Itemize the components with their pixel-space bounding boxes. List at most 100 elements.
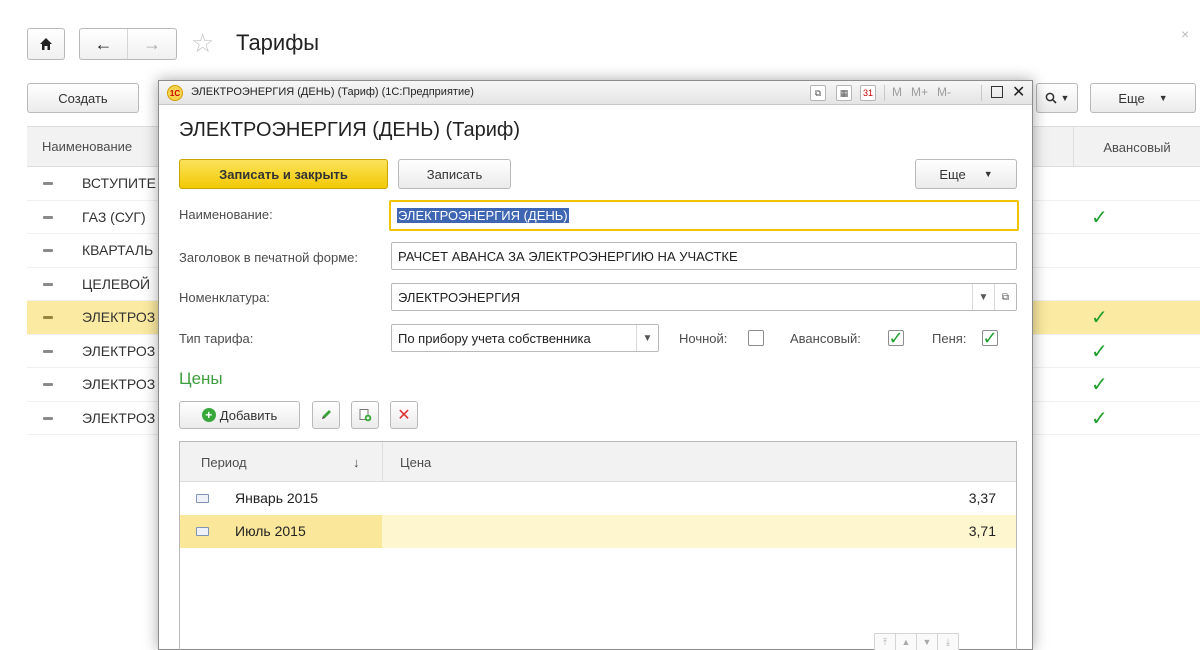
night-checkbox[interactable] bbox=[748, 330, 764, 346]
column-separator bbox=[382, 442, 383, 482]
save-button[interactable]: Записать bbox=[398, 159, 511, 189]
row-price: 3,37 bbox=[968, 490, 996, 506]
home-button[interactable] bbox=[27, 28, 65, 60]
maximize-icon[interactable] bbox=[991, 86, 1003, 98]
item-icon bbox=[43, 416, 53, 420]
nomenclature-field[interactable]: ЭЛЕКТРОЭНЕРГИЯ ▼ ⧉ bbox=[391, 283, 1017, 311]
memory-minus-button[interactable]: M- bbox=[937, 85, 951, 99]
penalty-checkbox[interactable]: ✓ bbox=[982, 328, 998, 348]
open-item-icon[interactable]: ⧉ bbox=[994, 284, 1016, 310]
row-name: ВСТУПИТЕ bbox=[82, 175, 156, 191]
name-field[interactable]: ЭЛЕКТРОЭНЕРГИЯ (ДЕНЬ) bbox=[389, 200, 1019, 231]
more-button[interactable]: Еще ▼ bbox=[1090, 83, 1196, 113]
more-button-label: Еще bbox=[1118, 90, 1145, 106]
scroll-bottom-icon[interactable]: ⤓ bbox=[937, 633, 959, 650]
close-icon[interactable]: ✕ bbox=[1012, 82, 1025, 102]
app-1c-icon: 1С bbox=[167, 85, 183, 101]
item-icon bbox=[43, 182, 53, 185]
save-and-close-button[interactable]: Записать и закрыть bbox=[179, 159, 388, 189]
tariff-type-label: Тип тарифа: bbox=[179, 331, 254, 346]
chevron-down-icon[interactable]: ▼ bbox=[636, 325, 658, 351]
add-button[interactable]: + Добавить bbox=[179, 401, 300, 429]
print-title-field[interactable]: РАЧСЕТ АВАНСА ЗА ЭЛЕКТРОЭНЕРГИЮ НА УЧАСТ… bbox=[391, 242, 1017, 270]
check-icon: ✓ bbox=[1091, 407, 1108, 430]
dialog-titlebar[interactable]: 1С ЭЛЕКТРОЭНЕРГИЯ (ДЕНЬ) (Тариф) (1С:Пре… bbox=[159, 81, 1032, 105]
advance-checkbox[interactable]: ✓ bbox=[888, 328, 904, 348]
search-icon bbox=[1045, 92, 1057, 104]
check-icon: ✓ bbox=[1091, 374, 1108, 396]
column-header-name[interactable]: Наименование bbox=[42, 139, 132, 154]
delete-button[interactable]: ✕ bbox=[390, 401, 418, 429]
column-header-price[interactable]: Цена bbox=[400, 455, 431, 470]
tariff-type-select[interactable]: По прибору учета собственника ▼ bbox=[391, 324, 659, 352]
penalty-label: Пеня: bbox=[932, 331, 967, 346]
background-header: ← → ☆ Тарифы × bbox=[0, 0, 1200, 80]
row-name: ЭЛЕКТРОЗ bbox=[82, 409, 156, 426]
toolbar-separator bbox=[884, 85, 885, 101]
check-icon: ✓ bbox=[1091, 206, 1108, 229]
sort-arrow-icon: ↓ bbox=[353, 455, 360, 470]
column-header-period[interactable]: Период bbox=[201, 455, 247, 470]
scroll-up-icon[interactable]: ▲ bbox=[895, 633, 917, 650]
check-icon: ✓ bbox=[1091, 340, 1108, 363]
name-field-value: ЭЛЕКТРОЭНЕРГИЯ (ДЕНЬ) bbox=[397, 208, 569, 223]
table-row[interactable]: Январь 2015 3,37 bbox=[180, 482, 1016, 515]
item-icon bbox=[43, 282, 53, 286]
nomenclature-label: Номенклатура: bbox=[179, 290, 270, 305]
table-row-selected[interactable]: Июль 2015 3,71 bbox=[180, 515, 1016, 548]
item-icon bbox=[43, 249, 53, 252]
memory-plus-button[interactable]: M+ bbox=[911, 85, 928, 99]
item-icon bbox=[43, 215, 53, 219]
chevron-down-icon: ▼ bbox=[1158, 93, 1168, 103]
name-label: Наименование: bbox=[179, 207, 273, 222]
back-button[interactable]: ← bbox=[80, 29, 128, 59]
nomenclature-value: ЭЛЕКТРОЭНЕРГИЯ bbox=[398, 289, 520, 305]
item-icon bbox=[43, 316, 53, 319]
chart-icon bbox=[196, 527, 209, 536]
forward-button[interactable]: → bbox=[128, 29, 176, 59]
edit-button[interactable] bbox=[312, 401, 340, 429]
column-header-advance[interactable]: Авансовый bbox=[1073, 127, 1200, 167]
print-title-value: РАЧСЕТ АВАНСА ЗА ЭЛЕКТРОЭНЕРГИЮ НА УЧАСТ… bbox=[398, 248, 738, 264]
window-title: ЭЛЕКТРОЭНЕРГИЯ (ДЕНЬ) (Тариф) (1С:Предпр… bbox=[191, 86, 474, 98]
row-name: ЭЛЕКТРОЗ bbox=[82, 309, 156, 325]
prices-section-title: Цены bbox=[179, 369, 223, 388]
tariff-type-value: По прибору учета собственника bbox=[398, 330, 591, 346]
calculator-icon[interactable]: ▦ bbox=[836, 85, 852, 101]
link-icon[interactable]: ⧉ bbox=[810, 85, 826, 101]
chevron-down-icon: ▼ bbox=[1060, 93, 1070, 103]
row-name: ЭЛЕКТРОЗ bbox=[82, 342, 156, 359]
row-name: КВАРТАЛЬ bbox=[82, 242, 154, 258]
check-icon: ✓ bbox=[982, 328, 998, 348]
more-button[interactable]: Еще ▼ bbox=[915, 159, 1017, 189]
create-button[interactable]: Создать bbox=[27, 83, 139, 113]
chart-icon bbox=[196, 494, 209, 503]
chevron-down-icon[interactable]: ▼ bbox=[972, 284, 994, 310]
prices-table: Период ↓ Цена Январь 2015 3,37 Июль 2015… bbox=[179, 441, 1017, 650]
advance-label: Авансовый: bbox=[790, 331, 861, 346]
row-period: Июль 2015 bbox=[235, 523, 306, 539]
add-icon: + bbox=[201, 408, 216, 422]
close-icon[interactable]: × bbox=[1181, 26, 1189, 42]
home-icon bbox=[40, 38, 52, 50]
arrow-left-icon: ← bbox=[94, 33, 113, 54]
check-icon: ✓ bbox=[1091, 307, 1108, 329]
scroll-down-icon[interactable]: ▼ bbox=[916, 633, 938, 650]
scroll-top-icon[interactable]: ⤒ bbox=[874, 633, 896, 650]
table-scroll-buttons: ⤒ ▲ ▼ ⤓ bbox=[874, 633, 959, 650]
memory-m-button[interactable]: M bbox=[892, 85, 902, 99]
item-icon bbox=[43, 383, 53, 386]
calendar-icon[interactable]: 31 bbox=[860, 85, 876, 101]
copy-button[interactable] bbox=[351, 401, 379, 429]
item-icon bbox=[43, 349, 53, 353]
more-button-label: Еще bbox=[939, 166, 966, 182]
toolbar-separator bbox=[981, 85, 982, 101]
check-icon: ✓ bbox=[888, 328, 904, 348]
row-name: ЦЕЛЕВОЙ bbox=[82, 275, 151, 292]
favorite-star-icon[interactable]: ☆ bbox=[191, 29, 214, 57]
search-button[interactable]: ▼ bbox=[1036, 83, 1078, 113]
row-name: ЭЛЕКТРОЗ bbox=[82, 376, 156, 392]
history-navigation: ← → bbox=[79, 28, 177, 60]
row-period: Январь 2015 bbox=[235, 490, 319, 506]
add-button-label: Добавить bbox=[219, 407, 278, 423]
